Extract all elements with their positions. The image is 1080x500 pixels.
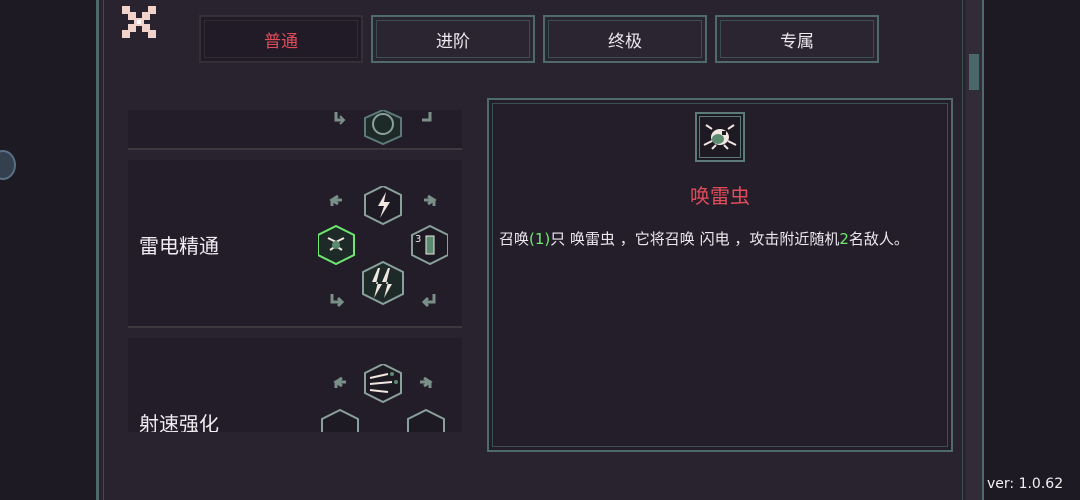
- list-item-thunder-mastery[interactable]: 雷电精通 3: [128, 160, 462, 328]
- tab-label: 普通: [264, 31, 298, 52]
- thunder-bug-icon: [703, 124, 737, 150]
- skill-list[interactable]: 雷电精通 3 射速强化: [128, 110, 462, 432]
- tab-ultimate[interactable]: 终极: [543, 15, 707, 63]
- svg-text:3: 3: [415, 234, 421, 245]
- lightning-skill-tree-icon: 3: [318, 186, 448, 308]
- tab-label: 进阶: [436, 31, 470, 52]
- list-item-fire-rate[interactable]: 射速强化: [128, 338, 462, 432]
- tab-advanced[interactable]: 进阶: [371, 15, 535, 63]
- tab-normal[interactable]: 普通: [199, 15, 363, 63]
- tab-label: 终极: [608, 31, 642, 52]
- side-drawer-button[interactable]: [0, 150, 16, 180]
- skill-name: 雷电精通: [139, 234, 219, 258]
- tab-label: 专属: [780, 31, 814, 52]
- skill-icon-frame: [695, 112, 745, 162]
- tab-exclusive[interactable]: 专属: [715, 15, 879, 63]
- target-count: 2: [839, 230, 849, 248]
- bullet-skill-tree-icon: [321, 364, 445, 432]
- skill-description: 召唤(1)只 唤雷虫 ，它将召唤 闪电 ，攻击附近随机2名敌人。: [499, 226, 941, 253]
- desc-text: 只 唤雷虫 ，它将召唤 闪电 ，攻击附近随机: [550, 230, 840, 248]
- desc-text: 名敌人。: [848, 230, 909, 248]
- skill-name: 射速强化: [139, 412, 219, 432]
- skill-title: 唤雷虫: [690, 184, 750, 208]
- version-label: ver: 1.0.62: [987, 476, 1064, 492]
- scrollbar-thumb[interactable]: [969, 54, 979, 90]
- list-item[interactable]: [128, 110, 462, 150]
- close-icon[interactable]: [120, 4, 158, 40]
- desc-text: 召唤: [499, 230, 530, 248]
- skill-tree-icon: [334, 110, 432, 146]
- skill-detail-panel: 唤雷虫 召唤(1)只 唤雷虫 ，它将召唤 闪电 ，攻击附近随机2名敌人。: [487, 98, 953, 452]
- summon-count: (1): [529, 230, 551, 248]
